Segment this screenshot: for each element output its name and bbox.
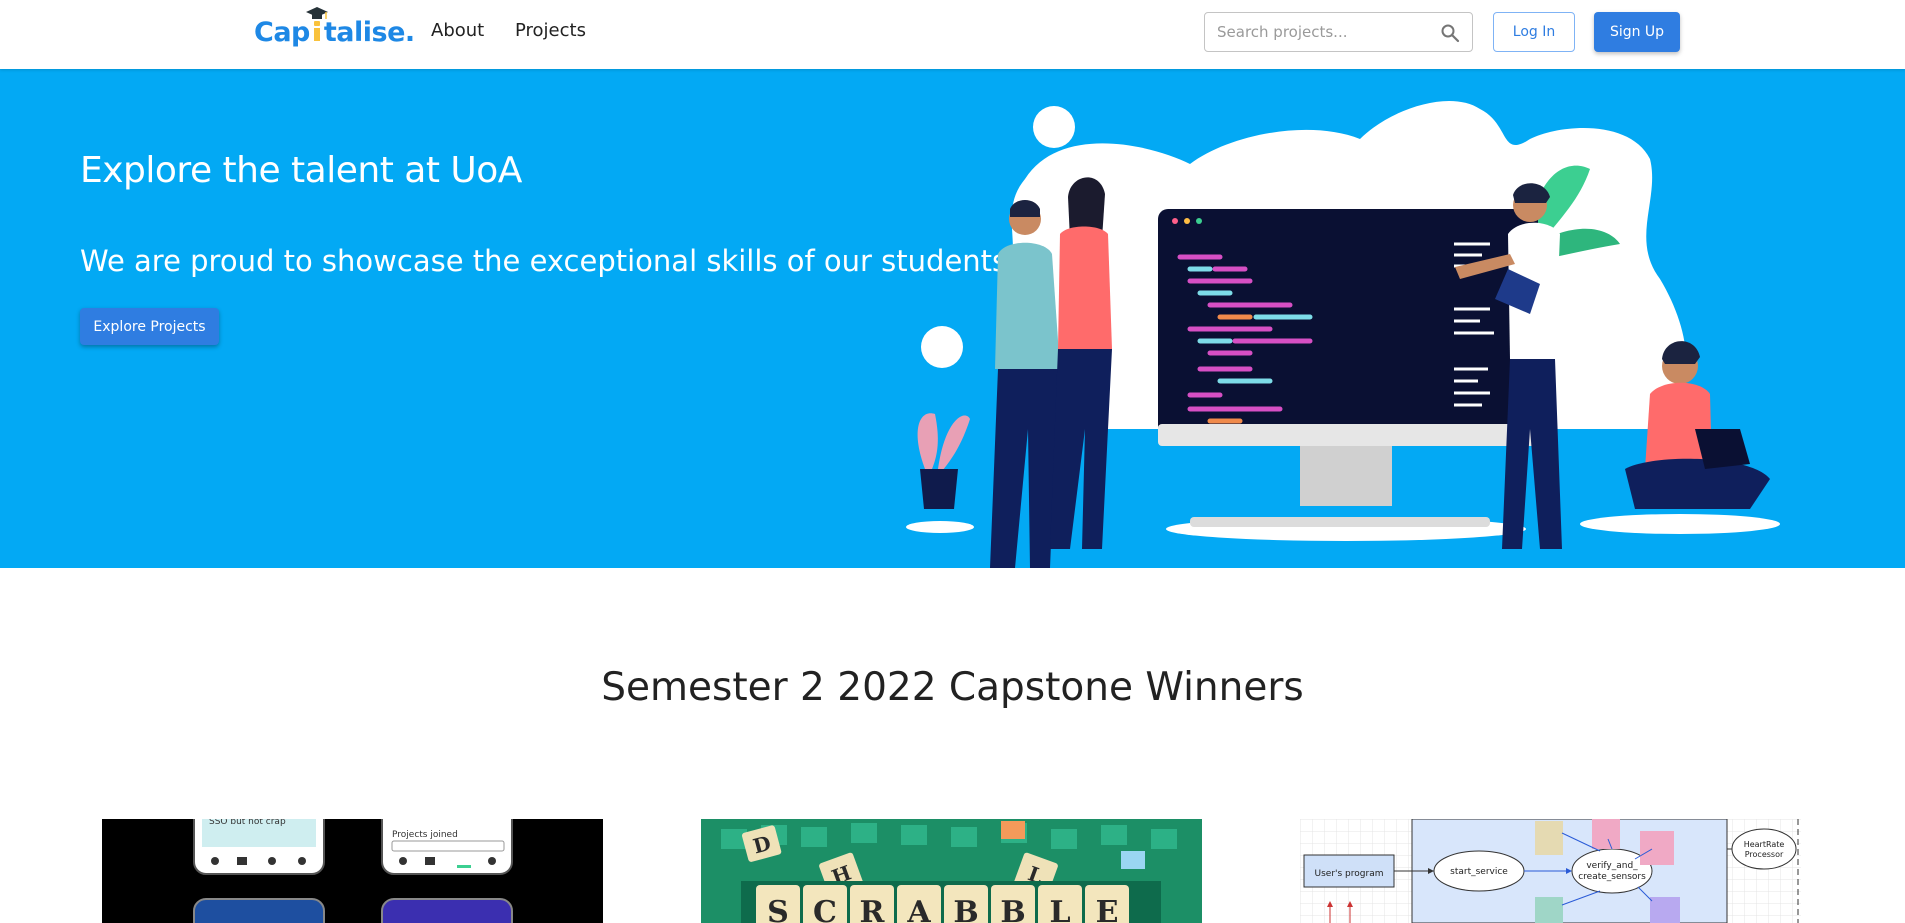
card-1-caption-b: Projects joined bbox=[392, 830, 458, 840]
card-1-caption-a: SSO but not crap bbox=[209, 819, 286, 827]
diagram-node-verify-a: verify_and_ bbox=[1586, 861, 1638, 871]
logo-text-end: talise bbox=[323, 16, 406, 48]
search-box bbox=[1204, 12, 1473, 52]
scrabble-tile-1: S bbox=[767, 895, 789, 923]
project-card-2-image: D H L S C R A B B L E bbox=[701, 819, 1202, 923]
project-card-1[interactable]: SSO but not crap Projects joined bbox=[102, 819, 603, 923]
developers-illustration bbox=[906, 100, 1780, 568]
scrabble-tile-4: A bbox=[906, 895, 931, 923]
project-card-3[interactable]: User's program start_service verify_and_… bbox=[1300, 819, 1801, 923]
diagram-node-start-service: start_service bbox=[1450, 867, 1508, 877]
scrabble-tile-3: R bbox=[860, 895, 886, 923]
project-card-2[interactable]: D H L S C R A B B L E bbox=[701, 819, 1202, 923]
signup-button[interactable]: Sign Up bbox=[1594, 12, 1680, 52]
section-title: Semester 2 2022 Capstone Winners bbox=[601, 665, 1304, 710]
scrabble-tile-8: E bbox=[1096, 895, 1119, 923]
hero-banner: Explore the talent at UoA We are proud t… bbox=[0, 69, 1905, 568]
scrabble-tile-2: C bbox=[813, 895, 837, 923]
diagram-node-users-program: User's program bbox=[1315, 869, 1384, 879]
graduation-cap-icon bbox=[305, 6, 328, 48]
nav-link-about[interactable]: About bbox=[431, 20, 484, 41]
search-input[interactable] bbox=[1217, 13, 1432, 51]
scrabble-tile-7: L bbox=[1049, 895, 1070, 923]
brand-logo[interactable]: Cap talise . bbox=[254, 6, 415, 52]
diagram-node-heartrate-b: Processor bbox=[1745, 850, 1784, 859]
top-navbar: Cap talise . About Projects Log In Sign … bbox=[0, 0, 1905, 69]
logo-text-start: Cap bbox=[254, 16, 310, 48]
project-card-1-image: SSO but not crap Projects joined bbox=[102, 819, 603, 923]
scrabble-tile-5: B bbox=[953, 895, 978, 923]
logo-dot: . bbox=[404, 16, 415, 48]
login-button[interactable]: Log In bbox=[1493, 12, 1575, 52]
explore-projects-button[interactable]: Explore Projects bbox=[80, 308, 219, 345]
hero-subtitle: We are proud to showcase the exceptional… bbox=[80, 244, 1017, 278]
hero-title: Explore the talent at UoA bbox=[80, 150, 522, 191]
diagram-node-verify-b: create_sensors bbox=[1578, 872, 1646, 882]
diagram-node-heartrate-a: HeartRate bbox=[1744, 840, 1785, 849]
scrabble-tile-6: B bbox=[1000, 895, 1025, 923]
search-icon[interactable] bbox=[1440, 23, 1460, 43]
project-card-3-image: User's program start_service verify_and_… bbox=[1300, 819, 1801, 923]
nav-link-projects[interactable]: Projects bbox=[515, 20, 586, 41]
